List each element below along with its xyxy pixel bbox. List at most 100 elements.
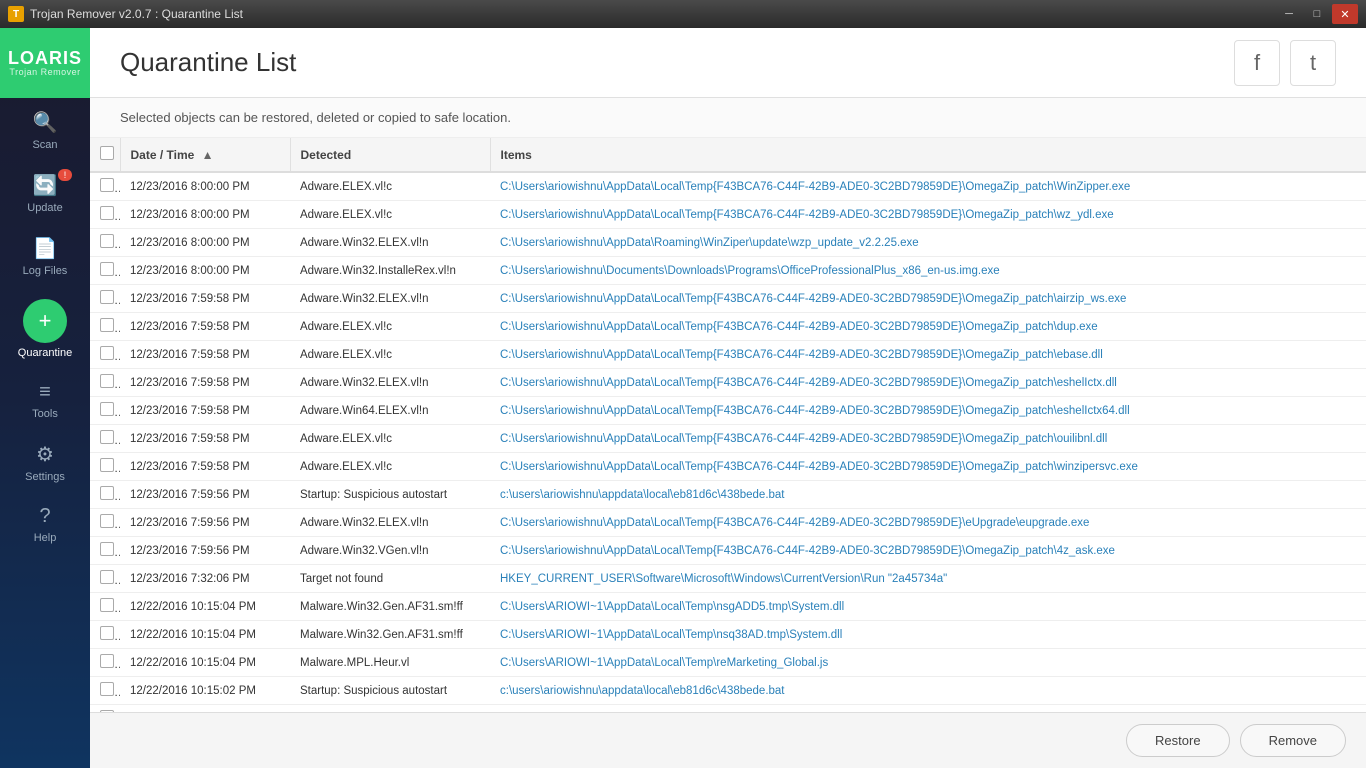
select-all-checkbox[interactable] <box>100 146 114 160</box>
row-checkbox[interactable] <box>100 626 114 640</box>
remove-button[interactable]: Remove <box>1240 724 1346 757</box>
help-icon: ? <box>39 505 50 528</box>
table-row: 12/23/2016 7:59:58 PMAdware.ELEX.vl!cC:\… <box>90 425 1366 453</box>
row-detected: Startup: Suspicious autostart <box>290 705 490 713</box>
row-checkbox-cell[interactable] <box>90 677 120 705</box>
row-checkbox[interactable] <box>100 682 114 696</box>
row-checkbox-cell[interactable] <box>90 201 120 229</box>
row-items: C:\Users\ARIOWI~1\AppData\Local\Temp\reM… <box>490 649 1366 677</box>
table-row: 12/23/2016 7:59:56 PMAdware.Win32.ELEX.v… <box>90 509 1366 537</box>
row-checkbox-cell[interactable] <box>90 705 120 713</box>
row-checkbox-cell[interactable] <box>90 621 120 649</box>
row-checkbox-cell[interactable] <box>90 593 120 621</box>
table-row: 12/23/2016 8:00:00 PMAdware.ELEX.vl!cC:\… <box>90 201 1366 229</box>
row-checkbox-cell[interactable] <box>90 257 120 285</box>
row-checkbox-cell[interactable] <box>90 481 120 509</box>
row-checkbox[interactable] <box>100 430 114 444</box>
row-detected: Startup: Suspicious autostart <box>290 481 490 509</box>
row-items: C:\Users\ariowishnu\AppData\Roaming\WinZ… <box>490 229 1366 257</box>
title-text: Trojan Remover v2.0.7 : Quarantine List <box>30 7 1276 21</box>
table-row: 12/23/2016 8:00:00 PMAdware.Win32.Instal… <box>90 257 1366 285</box>
row-checkbox[interactable] <box>100 234 114 248</box>
row-checkbox[interactable] <box>100 290 114 304</box>
row-checkbox[interactable] <box>100 318 114 332</box>
row-checkbox[interactable] <box>100 178 114 192</box>
update-icon: 🔄 <box>33 173 58 198</box>
twitter-button[interactable]: t <box>1290 40 1336 86</box>
logo-name: LOARIS <box>8 49 82 67</box>
social-icons: f t <box>1234 40 1336 86</box>
row-checkbox[interactable] <box>100 458 114 472</box>
quarantine-table-container[interactable]: Date / Time ▲ Detected Items 12/23/2016 … <box>90 138 1366 712</box>
col-datetime[interactable]: Date / Time ▲ <box>120 138 290 172</box>
maximize-button[interactable]: □ <box>1304 4 1330 24</box>
row-datetime: 12/23/2016 8:00:00 PM <box>120 172 290 201</box>
row-checkbox[interactable] <box>100 570 114 584</box>
row-checkbox-cell[interactable] <box>90 453 120 481</box>
row-detected: Adware.ELEX.vl!c <box>290 201 490 229</box>
row-checkbox-cell[interactable] <box>90 509 120 537</box>
restore-button[interactable]: Restore <box>1126 724 1230 757</box>
row-checkbox-cell[interactable] <box>90 537 120 565</box>
row-datetime: 12/23/2016 7:59:56 PM <box>120 509 290 537</box>
col-detected[interactable]: Detected <box>290 138 490 172</box>
row-checkbox-cell[interactable] <box>90 397 120 425</box>
row-checkbox-cell[interactable] <box>90 313 120 341</box>
sidebar-item-tools[interactable]: ≡ Tools <box>0 369 90 430</box>
row-checkbox-cell[interactable] <box>90 425 120 453</box>
log-files-icon: 📄 <box>33 236 58 261</box>
row-checkbox[interactable] <box>100 654 114 668</box>
row-datetime: 12/23/2016 7:59:58 PM <box>120 285 290 313</box>
table-row: 12/22/2016 10:15:04 PMMalware.MPL.Heur.v… <box>90 649 1366 677</box>
scan-icon: 🔍 <box>33 110 58 135</box>
sidebar-item-log-files[interactable]: 📄 Log Files <box>0 224 90 287</box>
sidebar-item-update[interactable]: ! 🔄 Update <box>0 161 90 224</box>
row-checkbox-cell[interactable] <box>90 229 120 257</box>
row-checkbox[interactable] <box>100 262 114 276</box>
row-checkbox[interactable] <box>100 374 114 388</box>
row-checkbox-cell[interactable] <box>90 649 120 677</box>
row-detected: Malware.Win32.Gen.AF31.sm!ff <box>290 593 490 621</box>
row-datetime: 12/23/2016 7:59:56 PM <box>120 481 290 509</box>
row-detected: Adware.Win64.ELEX.vl!n <box>290 397 490 425</box>
table-header-row: Date / Time ▲ Detected Items <box>90 138 1366 172</box>
row-datetime: 12/23/2016 7:32:06 PM <box>120 565 290 593</box>
table-row: 12/22/2016 10:15:04 PMMalware.Win32.Gen.… <box>90 593 1366 621</box>
minimize-button[interactable]: ─ <box>1276 4 1302 24</box>
row-checkbox[interactable] <box>100 402 114 416</box>
row-detected: Adware.Win32.ELEX.vl!n <box>290 285 490 313</box>
row-checkbox[interactable] <box>100 346 114 360</box>
title-bar: T Trojan Remover v2.0.7 : Quarantine Lis… <box>0 0 1366 28</box>
row-detected: Adware.Win32.InstalleRex.vl!n <box>290 257 490 285</box>
row-checkbox-cell[interactable] <box>90 565 120 593</box>
col-checkbox[interactable] <box>90 138 120 172</box>
row-items: C:\Users\ARIOWI~1\AppData\Local\Temp\nsg… <box>490 593 1366 621</box>
row-checkbox-cell[interactable] <box>90 369 120 397</box>
row-datetime: 12/23/2016 8:00:00 PM <box>120 229 290 257</box>
sidebar-item-settings[interactable]: ⚙ Settings <box>0 430 90 493</box>
row-checkbox-cell[interactable] <box>90 285 120 313</box>
row-checkbox[interactable] <box>100 514 114 528</box>
facebook-button[interactable]: f <box>1234 40 1280 86</box>
row-checkbox[interactable] <box>100 486 114 500</box>
sidebar-item-help[interactable]: ? Help <box>0 493 90 554</box>
row-checkbox[interactable] <box>100 710 114 712</box>
row-items: C:\Users\ariowishnu\Documents\Downloads\… <box>490 257 1366 285</box>
row-checkbox[interactable] <box>100 598 114 612</box>
sidebar-item-quarantine[interactable]: + Quarantine <box>0 287 90 369</box>
row-datetime: 12/23/2016 7:59:58 PM <box>120 397 290 425</box>
row-datetime: 12/22/2016 10:15:04 PM <box>120 649 290 677</box>
row-datetime: 12/23/2016 7:59:58 PM <box>120 425 290 453</box>
row-checkbox-cell[interactable] <box>90 172 120 201</box>
row-checkbox[interactable] <box>100 542 114 556</box>
row-detected: Adware.ELEX.vl!c <box>290 453 490 481</box>
row-items: C:\Users\ARIOWI~1\AppData\Local\Temp\nsq… <box>490 621 1366 649</box>
row-items: C:\Users\ariowishnu\AppData\Local\Temp{F… <box>490 285 1366 313</box>
sidebar-item-scan[interactable]: 🔍 Scan <box>0 98 90 161</box>
row-checkbox-cell[interactable] <box>90 341 120 369</box>
footer: Restore Remove <box>90 712 1366 768</box>
row-datetime: 12/22/2016 10:15:04 PM <box>120 621 290 649</box>
row-checkbox[interactable] <box>100 206 114 220</box>
info-text: Selected objects can be restored, delete… <box>120 110 511 125</box>
close-button[interactable]: ✕ <box>1332 4 1358 24</box>
